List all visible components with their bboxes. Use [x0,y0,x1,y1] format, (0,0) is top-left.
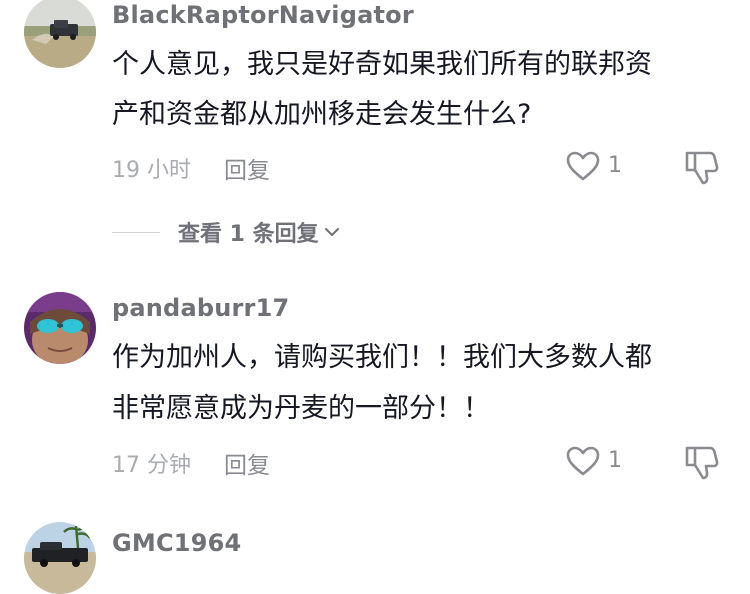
like-count: 1 [608,153,622,178]
person-with-sunglasses-avatar-icon [24,292,96,364]
avatar[interactable] [24,292,96,364]
comment-timestamp: 19 小时 [112,158,191,183]
comment-text-line: 产和资金都从加州移走会发生什么? [112,99,532,130]
comment-username[interactable]: BlackRaptorNavigator [112,1,414,29]
heart-icon[interactable] [565,445,601,477]
comment-username[interactable]: pandaburr17 [112,294,289,322]
avatar[interactable] [24,522,96,594]
view-replies-button[interactable]: 查看 1 条回复 [112,214,341,250]
comment-text-line: 非常愿意成为丹麦的一部分！！ [112,393,490,424]
comment-text-line: 个人意见，我只是好奇如果我们所有的联邦资 [112,49,652,80]
pickup-truck-avatar-icon [24,522,96,594]
truck-in-field-avatar-icon [24,0,96,68]
heart-icon[interactable] [565,150,601,182]
view-replies-label: 查看 1 条回复 [178,222,319,247]
chevron-down-icon [324,228,339,236]
comment-username[interactable]: GMC1964 [112,529,241,557]
avatar[interactable] [24,0,96,68]
comment-timestamp: 17 分钟 [112,453,191,478]
divider [112,231,160,233]
reply-button[interactable]: 回复 [224,151,270,185]
like-count: 1 [608,448,622,473]
comment-text-line: 作为加州人，请购买我们！！我们大多数人都 [112,342,652,373]
reply-button[interactable]: 回复 [224,446,270,480]
thumbs-down-icon[interactable] [682,148,720,186]
thumbs-down-icon[interactable] [682,443,720,481]
